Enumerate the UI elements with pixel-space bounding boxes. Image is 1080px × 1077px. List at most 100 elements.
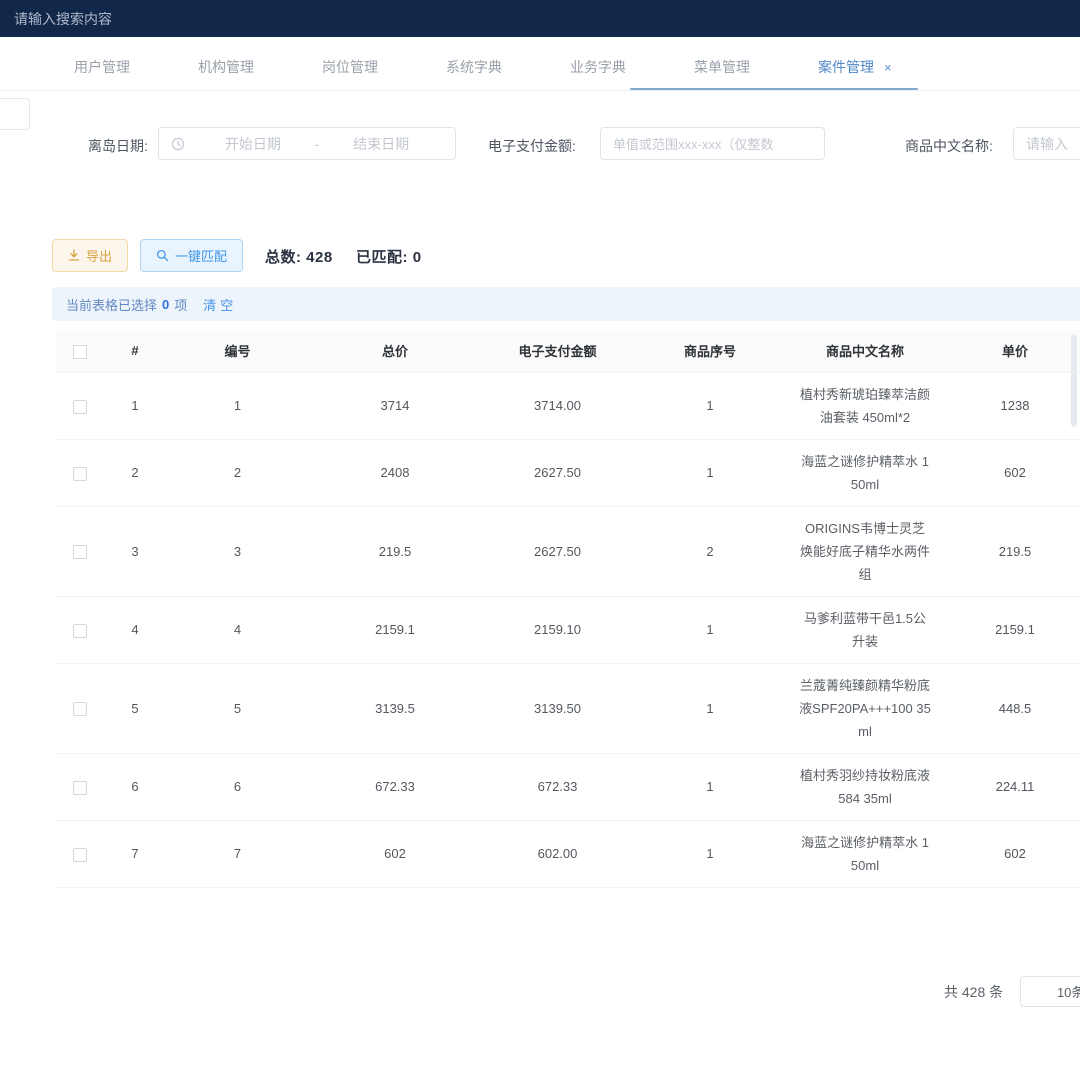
cell-code: 2 — [165, 439, 310, 506]
tab-岗位管理[interactable]: 岗位管理 — [288, 45, 412, 91]
search-icon — [156, 249, 169, 262]
product-name-input[interactable]: 请输入 — [1013, 127, 1080, 160]
tab-用户管理[interactable]: 用户管理 — [40, 45, 164, 91]
row-checkbox[interactable] — [73, 545, 87, 559]
table-row: 66672.33672.331植村秀羽纱持妆粉底液 584 35ml224.11 — [55, 753, 1080, 820]
epay-amount-input[interactable]: 单值或范围xxx-xxx（仅整数 — [600, 127, 825, 160]
cell-total: 3139.5 — [310, 663, 480, 753]
cell-seq: 1 — [635, 439, 785, 506]
column-header: 编号 — [165, 330, 310, 372]
row-checkbox[interactable] — [73, 848, 87, 862]
tab-系统字典[interactable]: 系统字典 — [412, 45, 536, 91]
table-row: 1137143714.001植村秀新琥珀臻萃洁颜油套装 450ml*21238 — [55, 372, 1080, 439]
active-tab-underline — [630, 88, 918, 90]
cell-code: 8 — [165, 887, 310, 905]
epay-amount-placeholder: 单值或范围xxx-xxx（仅整数 — [613, 134, 773, 153]
matched-value: 0 — [413, 249, 422, 266]
cell-code: 5 — [165, 663, 310, 753]
tab-机构管理[interactable]: 机构管理 — [164, 45, 288, 91]
tab-label: 系统字典 — [446, 59, 502, 75]
cell-name: ORIGINS韦博士灵芝焕能好底子精华水两件组 — [785, 506, 945, 596]
table-row: 881283.471283.471卡诗菁纯亮泽经典香氛427.82 — [55, 887, 1080, 905]
row-checkbox[interactable] — [73, 624, 87, 638]
date-range-picker[interactable]: 开始日期 - 结束日期 — [158, 127, 456, 160]
select-all-checkbox[interactable] — [73, 345, 87, 359]
total-label: 总数: — [265, 249, 302, 266]
tab-label: 机构管理 — [198, 59, 254, 75]
table-row: 33219.52627.502ORIGINS韦博士灵芝焕能好底子精华水两件组21… — [55, 506, 1080, 596]
table-row: 77602602.001海蓝之谜修护精萃水 150ml602 — [55, 820, 1080, 887]
cell-name: 卡诗菁纯亮泽经典香氛 — [785, 887, 945, 905]
cell-index: 7 — [105, 820, 165, 887]
one-click-match-button[interactable]: 一键匹配 — [140, 239, 243, 272]
cell-seq: 1 — [635, 596, 785, 663]
tab-菜单管理[interactable]: 菜单管理 — [660, 45, 784, 91]
cell-name: 植村秀新琥珀臻萃洁颜油套装 450ml*2 — [785, 372, 945, 439]
cell-seq: 1 — [635, 820, 785, 887]
end-date-input[interactable]: 结束日期 — [319, 134, 443, 154]
tab-label: 用户管理 — [74, 59, 130, 75]
row-checkbox[interactable] — [73, 400, 87, 414]
cell-seq: 1 — [635, 663, 785, 753]
column-header: # — [105, 330, 165, 372]
tab-bar: 用户管理 机构管理 岗位管理 系统字典 业务字典 菜单管理 案件管理× — [0, 45, 1080, 91]
scrollbar-thumb[interactable] — [1071, 335, 1077, 427]
tab-业务字典[interactable]: 业务字典 — [536, 45, 660, 91]
tab-label: 岗位管理 — [322, 59, 378, 75]
cell-seq: 2 — [635, 506, 785, 596]
cell-total: 1283.47 — [310, 887, 480, 905]
column-header: 商品序号 — [635, 330, 785, 372]
cell-index: 3 — [105, 506, 165, 596]
export-button-label: 导出 — [86, 246, 112, 265]
epay-amount-label: 电子支付金额: — [488, 136, 576, 156]
cell-name: 马爹利蓝带干邑1.5公升装 — [785, 596, 945, 663]
global-search-input[interactable]: 请输入搜索内容 — [14, 9, 112, 29]
table-row: 442159.12159.101马爹利蓝带干邑1.5公升装2159.1 — [55, 596, 1080, 663]
product-name-label: 商品中文名称: — [905, 136, 993, 156]
tab-list: 用户管理 机构管理 岗位管理 系统字典 业务字典 菜单管理 案件管理× — [0, 45, 1080, 91]
cell-total: 2159.1 — [310, 596, 480, 663]
top-navbar: 请输入搜索内容 — [0, 0, 1080, 37]
page-size-select[interactable]: 10条/页 — [1020, 976, 1080, 1007]
clear-selection-link[interactable]: 清空 — [203, 295, 237, 314]
start-date-input[interactable]: 开始日期 — [191, 134, 315, 154]
column-header: 总价 — [310, 330, 480, 372]
export-button[interactable]: 导出 — [52, 239, 128, 272]
cell-name: 植村秀羽纱持妆粉底液 584 35ml — [785, 753, 945, 820]
cell-unit: 1238 — [945, 372, 1080, 439]
cell-total: 672.33 — [310, 753, 480, 820]
cell-epay: 2627.50 — [480, 439, 635, 506]
table-scrollbar[interactable] — [1071, 335, 1077, 895]
tab-label: 菜单管理 — [694, 59, 750, 75]
table-row: 553139.53139.501兰蔻菁纯臻颜精华粉底液SPF20PA+++100… — [55, 663, 1080, 753]
row-checkbox[interactable] — [73, 702, 87, 716]
cell-total: 2408 — [310, 439, 480, 506]
cell-name: 兰蔻菁纯臻颜精华粉底液SPF20PA+++100 35ml — [785, 663, 945, 753]
cell-unit: 427.82 — [945, 887, 1080, 905]
tab-close-icon[interactable]: × — [884, 60, 892, 75]
pagination-total: 共 428 条 — [944, 982, 1003, 1002]
table-header-row: #编号总价电子支付金额商品序号商品中文名称单价 — [55, 330, 1080, 372]
row-checkbox[interactable] — [73, 467, 87, 481]
cell-code: 4 — [165, 596, 310, 663]
cell-epay: 2627.50 — [480, 506, 635, 596]
cell-unit: 602 — [945, 439, 1080, 506]
cell-seq: 1 — [635, 753, 785, 820]
cell-epay: 2159.10 — [480, 596, 635, 663]
cell-code: 7 — [165, 820, 310, 887]
row-checkbox[interactable] — [73, 781, 87, 795]
selection-info-bar: 当前表格已选择 0 项 清空 — [52, 287, 1080, 321]
cell-epay: 672.33 — [480, 753, 635, 820]
column-header: 单价 — [945, 330, 1080, 372]
tab-案件管理[interactable]: 案件管理× — [784, 45, 926, 91]
cell-epay: 3714.00 — [480, 372, 635, 439]
selection-count: 0 — [162, 297, 169, 312]
cell-code: 6 — [165, 753, 310, 820]
cell-total: 219.5 — [310, 506, 480, 596]
cell-unit: 224.11 — [945, 753, 1080, 820]
cell-total: 602 — [310, 820, 480, 887]
download-icon — [68, 249, 80, 262]
cell-code: 1 — [165, 372, 310, 439]
match-button-label: 一键匹配 — [175, 246, 227, 265]
cell-epay: 1283.47 — [480, 887, 635, 905]
